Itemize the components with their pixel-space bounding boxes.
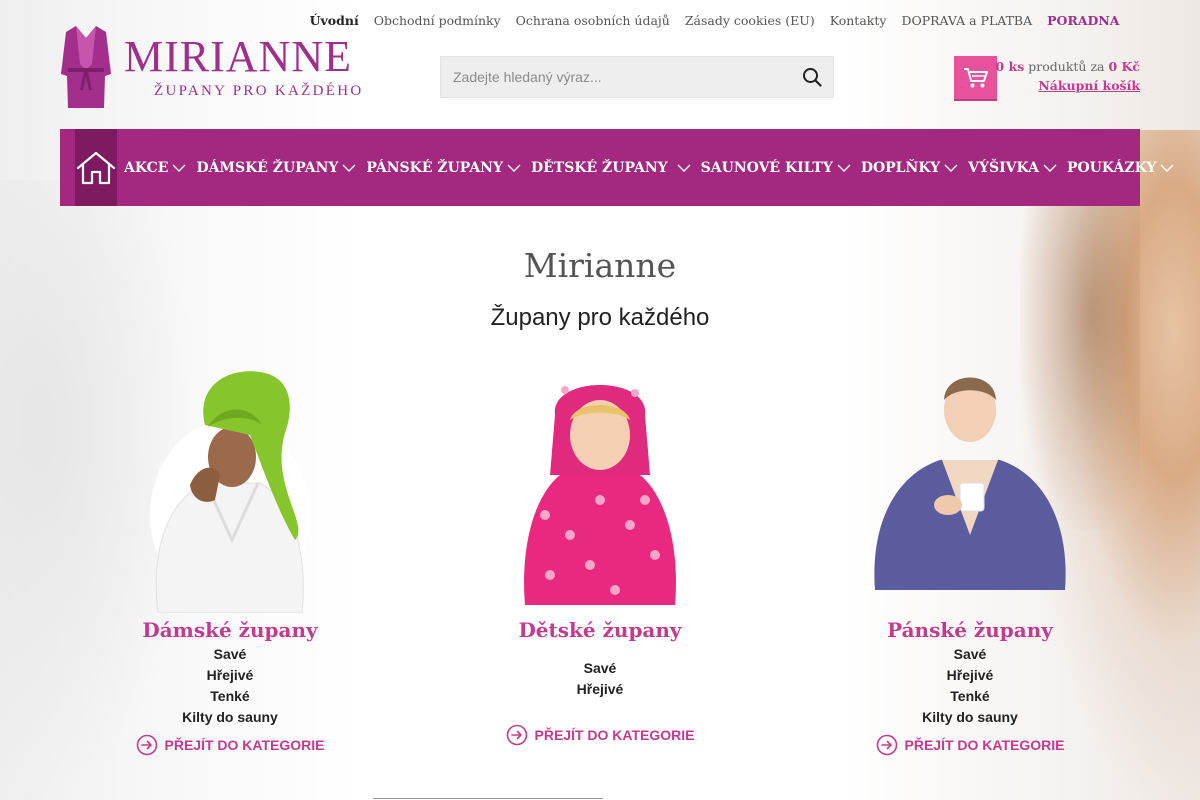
chevron-down-icon (1043, 164, 1057, 172)
category-title[interactable]: Dětské župany (450, 619, 750, 641)
nav-item-sauna-kilts[interactable]: SAUNOVÉ KILTY (701, 160, 855, 176)
category-title[interactable]: Dámské župany (80, 619, 380, 641)
nav-item-label: DĚTSKÉ ŽUPANY (530, 159, 668, 176)
arrow-circle-icon (136, 734, 157, 756)
nav-item-embroidery[interactable]: VÝŠIVKA (968, 160, 1061, 176)
page-subtitle: Župany pro každého (490, 304, 710, 331)
cart-count: 0 ks (995, 59, 1025, 74)
search-icon (803, 68, 822, 87)
category-card-mens: Pánské župany Savé Hřejivé Tenké Kilty d… (820, 365, 1120, 761)
chevron-down-icon (837, 164, 851, 172)
go-to-category-label: PŘEJÍT DO KATEGORIE (904, 737, 1065, 753)
top-menu-link-shipping[interactable]: DOPRAVA a PLATBA (894, 13, 1040, 29)
site-logo[interactable]: MIRIANNE ŽUPANY PRO KAŽDÉHO (60, 22, 370, 112)
subcategory-link[interactable]: Hřejivé (450, 679, 750, 700)
nav-item-kids-robes[interactable]: DĚTSKÉ ŽUPANY (531, 160, 695, 176)
nav-item-womens-robes[interactable]: DÁMSKÉ ŽUPANY (196, 160, 360, 176)
category-card-kids: Dětské župany Savé Hřejivé PŘEJÍT DO KAT… (450, 365, 750, 751)
arrow-circle-icon (876, 734, 897, 756)
search-input[interactable] (441, 57, 791, 97)
nav-item-sale[interactable]: AKCE (124, 160, 190, 176)
chevron-down-icon (172, 164, 186, 172)
category-image-child-in-pink-robe[interactable] (450, 365, 750, 613)
chevron-down-icon (944, 164, 958, 172)
top-menu: Úvodní Obchodní podmínky Ochrana osobníc… (302, 13, 1127, 29)
subcategory-link[interactable]: Savé (80, 644, 380, 665)
brand-name: MIRIANNE (124, 31, 352, 81)
subcategory-link[interactable]: Hřejivé (80, 665, 380, 686)
category-subcategory-list: Savé Hřejivé (450, 658, 750, 700)
chevron-down-icon (342, 164, 356, 172)
cart-link[interactable]: Nákupní košík (996, 78, 1140, 93)
cart-price: 0 Kč (1108, 59, 1140, 74)
go-to-category-link[interactable]: PŘEJÍT DO KATEGORIE (506, 724, 695, 746)
subcategory-link[interactable]: Kilty do sauny (820, 707, 1120, 728)
home-icon (76, 151, 116, 184)
nav-home-button[interactable] (75, 129, 117, 206)
category-image-man-in-blue-robe[interactable] (820, 365, 1120, 613)
nav-item-vouchers[interactable]: POUKÁZKY (1067, 160, 1178, 176)
divider (373, 798, 603, 799)
nav-item-label: SAUNOVÉ KILTY (700, 159, 833, 176)
nav-item-label: VÝŠIVKA (968, 159, 1039, 176)
nav-item-label: AKCE (124, 159, 169, 176)
cart-button[interactable] (954, 56, 997, 99)
subcategory-link[interactable]: Tenké (80, 686, 380, 707)
nav-item-accessories[interactable]: DOPLŇKY (861, 160, 962, 176)
top-menu-link-privacy[interactable]: Ochrana osobních údajů (508, 13, 677, 29)
page-title: Mirianne (523, 246, 677, 285)
top-menu-link-advice[interactable]: PORADNA (1040, 13, 1127, 29)
category-subcategory-list: Savé Hřejivé Tenké Kilty do sauny (820, 644, 1120, 728)
category-subcategory-list: Savé Hřejivé Tenké Kilty do sauny (80, 644, 380, 728)
search-bar (440, 56, 834, 98)
nav-item-label: PÁNSKÉ ŽUPANY (366, 159, 503, 176)
category-card-womens: Dámské župany Savé Hřejivé Tenké Kilty d… (80, 365, 380, 761)
main-navigation: AKCE DÁMSKÉ ŽUPANY PÁNSKÉ ŽUPANY DĚTSKÉ … (60, 129, 1174, 206)
cart-icon (963, 67, 988, 87)
subcategory-link[interactable]: Kilty do sauny (80, 707, 380, 728)
nav-item-mens-robes[interactable]: PÁNSKÉ ŽUPANY (366, 160, 525, 176)
chevron-down-icon (1160, 164, 1174, 172)
subcategory-link[interactable]: Savé (450, 658, 750, 679)
go-to-category-label: PŘEJÍT DO KATEGORIE (534, 727, 695, 743)
nav-item-label: POUKÁZKY (1066, 159, 1157, 176)
category-image-woman-in-white-robe[interactable] (80, 365, 380, 614)
go-to-category-label: PŘEJÍT DO KATEGORIE (164, 737, 325, 753)
top-menu-link-contacts[interactable]: Kontakty (822, 13, 894, 29)
top-menu-link-terms[interactable]: Obchodní podmínky (366, 13, 508, 29)
brand-tagline: ŽUPANY PRO KAŽDÉHO (154, 82, 364, 99)
top-menu-link-cookies[interactable]: Zásady cookies (EU) (677, 13, 822, 29)
go-to-category-link[interactable]: PŘEJÍT DO KATEGORIE (876, 734, 1065, 756)
subcategory-link[interactable]: Savé (820, 644, 1120, 665)
subcategory-link[interactable]: Hřejivé (820, 665, 1120, 686)
go-to-category-link[interactable]: PŘEJÍT DO KATEGORIE (136, 734, 325, 756)
subcategory-link[interactable]: Tenké (820, 686, 1120, 707)
nav-item-label: DÁMSKÉ ŽUPANY (196, 159, 339, 176)
top-menu-link-home[interactable]: Úvodní (302, 13, 366, 29)
cart-summary: 0 ks produktů za 0 Kč Nákupní košík (996, 59, 1140, 93)
nav-item-label: DOPLŇKY (860, 159, 941, 176)
arrow-circle-icon (506, 724, 527, 746)
bathrobe-logo-icon (61, 26, 111, 108)
category-title[interactable]: Pánské župany (820, 619, 1120, 641)
cart-text: produktů za (1028, 59, 1105, 74)
chevron-down-icon (677, 164, 691, 172)
search-button[interactable] (791, 56, 833, 98)
chevron-down-icon (507, 164, 521, 172)
